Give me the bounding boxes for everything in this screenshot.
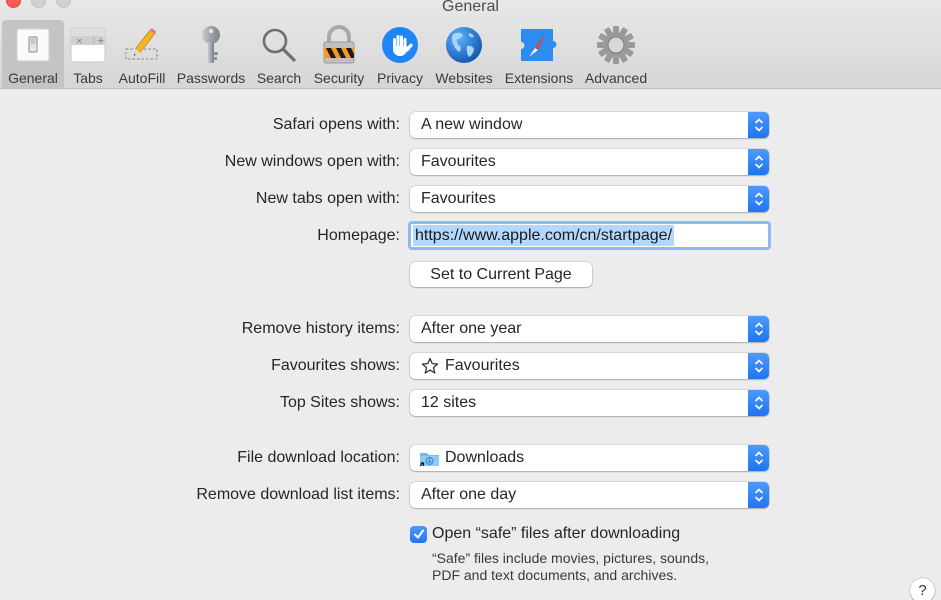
toolbar-label: Websites: [435, 70, 493, 86]
homepage-row: Homepage: https://www.apple.com/cn/start…: [0, 221, 941, 250]
new-tabs-open-with-row: New tabs open with: Favourites: [0, 186, 941, 212]
homepage-label: Homepage:: [317, 227, 400, 244]
magnifier-icon: [257, 23, 301, 67]
toolbar-label: AutoFill: [118, 70, 166, 86]
new-windows-open-with-popup[interactable]: Favourites: [410, 149, 769, 175]
new-tabs-open-with-label: New tabs open with:: [255, 190, 400, 207]
chevron-up-down-icon: [748, 149, 769, 175]
window-title: General: [442, 0, 499, 15]
downloads-folder-icon: [419, 450, 440, 467]
safari-opens-with-popup[interactable]: A new window: [410, 112, 769, 138]
toolbar-item-extensions[interactable]: Extensions: [502, 20, 576, 88]
toolbar-label: Search: [256, 70, 302, 86]
chevron-up-down-icon: [748, 482, 769, 508]
toolbar-label: Advanced: [584, 70, 648, 86]
top-sites-shows-label: Top Sites shows:: [279, 394, 400, 411]
toolbar-item-search[interactable]: Search: [254, 20, 304, 88]
popup-value: 12 sites: [421, 394, 477, 411]
file-download-location-label: File download location:: [237, 449, 400, 466]
remove-download-list-items-label: Remove download list items:: [196, 486, 400, 503]
set-to-current-page-button[interactable]: Set to Current Page: [410, 262, 592, 287]
file-download-location-row: File download location: Downloads: [0, 445, 941, 471]
toolbar-label: Tabs: [73, 70, 103, 86]
popup-value-wrap: Downloads: [419, 449, 524, 467]
favourites-shows-popup[interactable]: Favourites: [410, 353, 769, 379]
popup-value: Favourites: [421, 153, 496, 170]
toolbar-item-advanced[interactable]: Advanced: [582, 20, 650, 88]
remove-history-items-popup[interactable]: After one year: [410, 316, 769, 342]
toolbar-item-security[interactable]: Security: [310, 20, 368, 88]
puzzle-compass-icon: [517, 23, 561, 67]
safari-opens-with-row: Safari opens with: A new window: [0, 112, 941, 138]
help-button[interactable]: ?: [910, 578, 935, 600]
key-icon: [189, 23, 233, 67]
remove-history-items-row: Remove history items: After one year: [0, 316, 941, 342]
popup-value: After one year: [421, 320, 522, 337]
padlock-icon: [317, 23, 361, 67]
remove-history-items-label: Remove history items:: [241, 320, 400, 337]
favourites-shows-row: Favourites shows: Favourites: [0, 353, 941, 379]
popup-value: Downloads: [445, 449, 525, 466]
general-switch-icon: [11, 23, 55, 67]
pencil-icon: [120, 23, 164, 67]
hand-icon: [378, 23, 422, 67]
chevron-up-down-icon: [748, 186, 769, 212]
set-current-page-row: Set to Current Page: [0, 262, 941, 288]
new-windows-open-with-row: New windows open with: Favourites: [0, 149, 941, 175]
toolbar-label: Passwords: [176, 70, 246, 86]
top-sites-shows-row: Top Sites shows: 12 sites: [0, 390, 941, 416]
toolbar-label: Extensions: [504, 70, 574, 86]
toolbar-label: General: [8, 70, 58, 86]
open-safe-files-label: Open “safe” files after downloading: [432, 525, 681, 542]
favourites-shows-label: Favourites shows:: [271, 357, 400, 374]
popup-value: After one day: [421, 486, 517, 503]
open-safe-files-checkbox[interactable]: [410, 525, 427, 543]
chevron-up-down-icon: [748, 390, 769, 416]
safari-opens-with-label: Safari opens with:: [272, 116, 400, 133]
homepage-input[interactable]: https://www.apple.com/cn/startpage/: [408, 221, 771, 250]
toolbar-item-autofill[interactable]: AutoFill: [116, 20, 168, 88]
toolbar-label: Privacy: [377, 70, 423, 86]
new-windows-open-with-label: New windows open with:: [224, 153, 400, 170]
star-icon: [421, 357, 439, 375]
safe-files-note: “Safe” files include movies, pictures, s…: [432, 550, 710, 583]
tabs-icon: × +: [66, 23, 110, 67]
top-sites-shows-popup[interactable]: 12 sites: [410, 390, 769, 416]
remove-download-list-items-popup[interactable]: After one day: [410, 482, 769, 508]
globe-icon: [442, 23, 486, 67]
popup-value-wrap: Favourites: [421, 357, 520, 375]
toolbar-item-websites[interactable]: Websites: [432, 20, 496, 88]
chevron-up-down-icon: [748, 445, 769, 471]
toolbar-item-tabs[interactable]: × + Tabs: [66, 20, 110, 88]
popup-value: Favourites: [445, 357, 520, 374]
checkmark-icon: [413, 529, 424, 539]
toolbar-item-general[interactable]: General: [2, 20, 64, 88]
open-safe-files-option[interactable]: Open “safe” files after downloading: [410, 525, 680, 543]
popup-value: A new window: [421, 116, 523, 133]
popup-value: Favourites: [421, 190, 496, 207]
svg-text:×: ×: [76, 37, 83, 46]
homepage-input-value: https://www.apple.com/cn/startpage/: [413, 225, 675, 246]
chevron-up-down-icon: [748, 316, 769, 342]
gear-icon: [594, 23, 638, 67]
svg-text:+: +: [97, 37, 105, 47]
preferences-toolbar: General General × + Tabs AutoFill Passwo…: [0, 0, 941, 89]
new-tabs-open-with-popup[interactable]: Favourites: [410, 186, 769, 212]
remove-download-list-items-row: Remove download list items: After one da…: [0, 482, 941, 508]
toolbar-item-privacy[interactable]: Privacy: [375, 20, 425, 88]
file-download-location-popup[interactable]: Downloads: [410, 445, 769, 471]
chevron-up-down-icon: [748, 353, 769, 379]
toolbar-item-passwords[interactable]: Passwords: [175, 20, 247, 88]
chevron-up-down-icon: [748, 112, 769, 138]
toolbar-label: Security: [313, 70, 365, 86]
